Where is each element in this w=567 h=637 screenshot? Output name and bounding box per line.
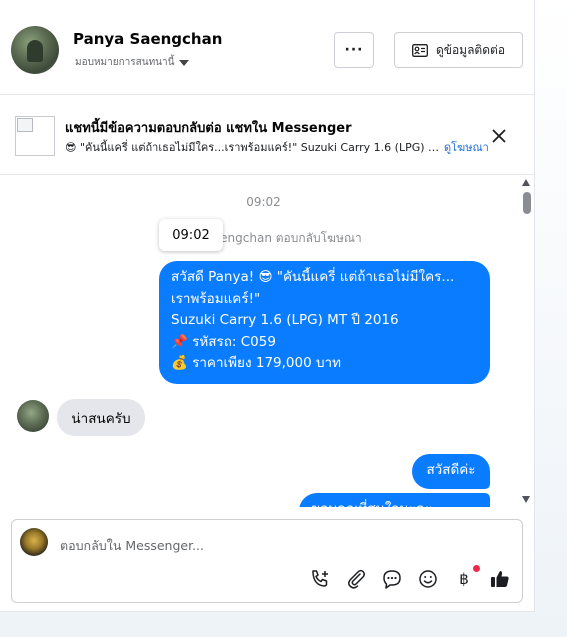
ad-line: 📌 รหัสรถ: C059 [171,333,276,350]
more-options-button[interactable]: ··· [334,32,374,68]
messenger-reply-banner: แชทนี้มีข้อความตอบกลับต่อ แชทใน Messenge… [0,96,535,175]
incoming-message-bubble[interactable]: น่าสนครับ [57,399,145,436]
outgoing-message-bubble-partial[interactable]: ขอบคุณที่สนใจนะคะ [299,493,490,507]
ad-line: เราพร้อมแคร์!" [171,290,261,307]
scrollbar-thumb[interactable] [523,192,531,214]
ad-line: Suzuki Carry 1.6 (LPG) MT ปี 2016 [171,312,399,328]
outgoing-message-bubble[interactable]: สวัสดีค่ะ [412,454,490,489]
scroll-down-arrow[interactable] [522,496,530,503]
caret-down-icon [179,59,190,66]
message-timestamp: 09:02 [246,195,281,209]
conversation-panel: Panya Saengchan มอบหมายการสนทนานี้ ··· ด… [0,0,535,612]
close-icon[interactable] [489,126,509,146]
call-add-icon[interactable] [309,568,331,590]
ad-thumbnail [15,116,55,156]
ad-reply-notice: Panya Saengchan ตอบกลับโฆษณา [165,231,362,245]
conversation-header: Panya Saengchan มอบหมายการสนทนานี้ ··· ด… [0,0,535,95]
ad-snippet: 😎 "คันนี้แครี่ แต่ถ้าเธอไม่มีใคร...เราพร… [65,141,440,154]
reply-input[interactable]: ตอบกลับใน Messenger... [60,536,204,556]
contact-avatar-small [17,400,49,432]
reply-composer[interactable]: ตอบกลับใน Messenger... ฿ [11,519,523,603]
like-icon[interactable] [489,568,511,590]
ad-message-bubble[interactable]: สวัสดี Panya! 😎 "คันนี้แครี่ แต่ถ้าเธอไม… [159,261,490,384]
contact-avatar[interactable] [11,26,59,74]
contact-card-icon [412,43,428,57]
svg-text:฿: ฿ [459,570,469,588]
contact-name[interactable]: Panya Saengchan [73,30,222,48]
emoji-icon[interactable] [417,568,439,590]
page-avatar [20,528,48,556]
assign-label: มอบหมายการสนทนานี้ [75,57,175,68]
payment-baht-icon[interactable]: ฿ [453,568,475,590]
saved-replies-icon[interactable] [381,568,403,590]
time-tooltip: 09:02 [159,219,223,251]
attachment-icon[interactable] [345,568,367,590]
notification-dot [473,565,480,572]
assign-conversation-dropdown[interactable]: มอบหมายการสนทนานี้ [75,55,190,70]
view-contact-button[interactable]: ดูข้อมูลติดต่อ [394,32,523,68]
message-thread[interactable]: 09:02 Panya Saengchan ตอบกลับโฆษณา 09:02… [0,176,535,507]
ad-line: สวัสดี Panya! 😎 "คันนี้แครี่ แต่ถ้าเธอไม… [171,269,455,285]
scroll-up-arrow[interactable] [522,179,530,186]
banner-title: แชทนี้มีข้อความตอบกลับต่อ แชทใน Messenge… [65,121,352,136]
ad-line: 💰 ราคาเพียง 179,000 บาท [171,355,342,371]
view-ad-link[interactable]: ดูโฆษณา [444,138,489,156]
view-contact-label: ดูข้อมูลติดต่อ [435,42,506,57]
